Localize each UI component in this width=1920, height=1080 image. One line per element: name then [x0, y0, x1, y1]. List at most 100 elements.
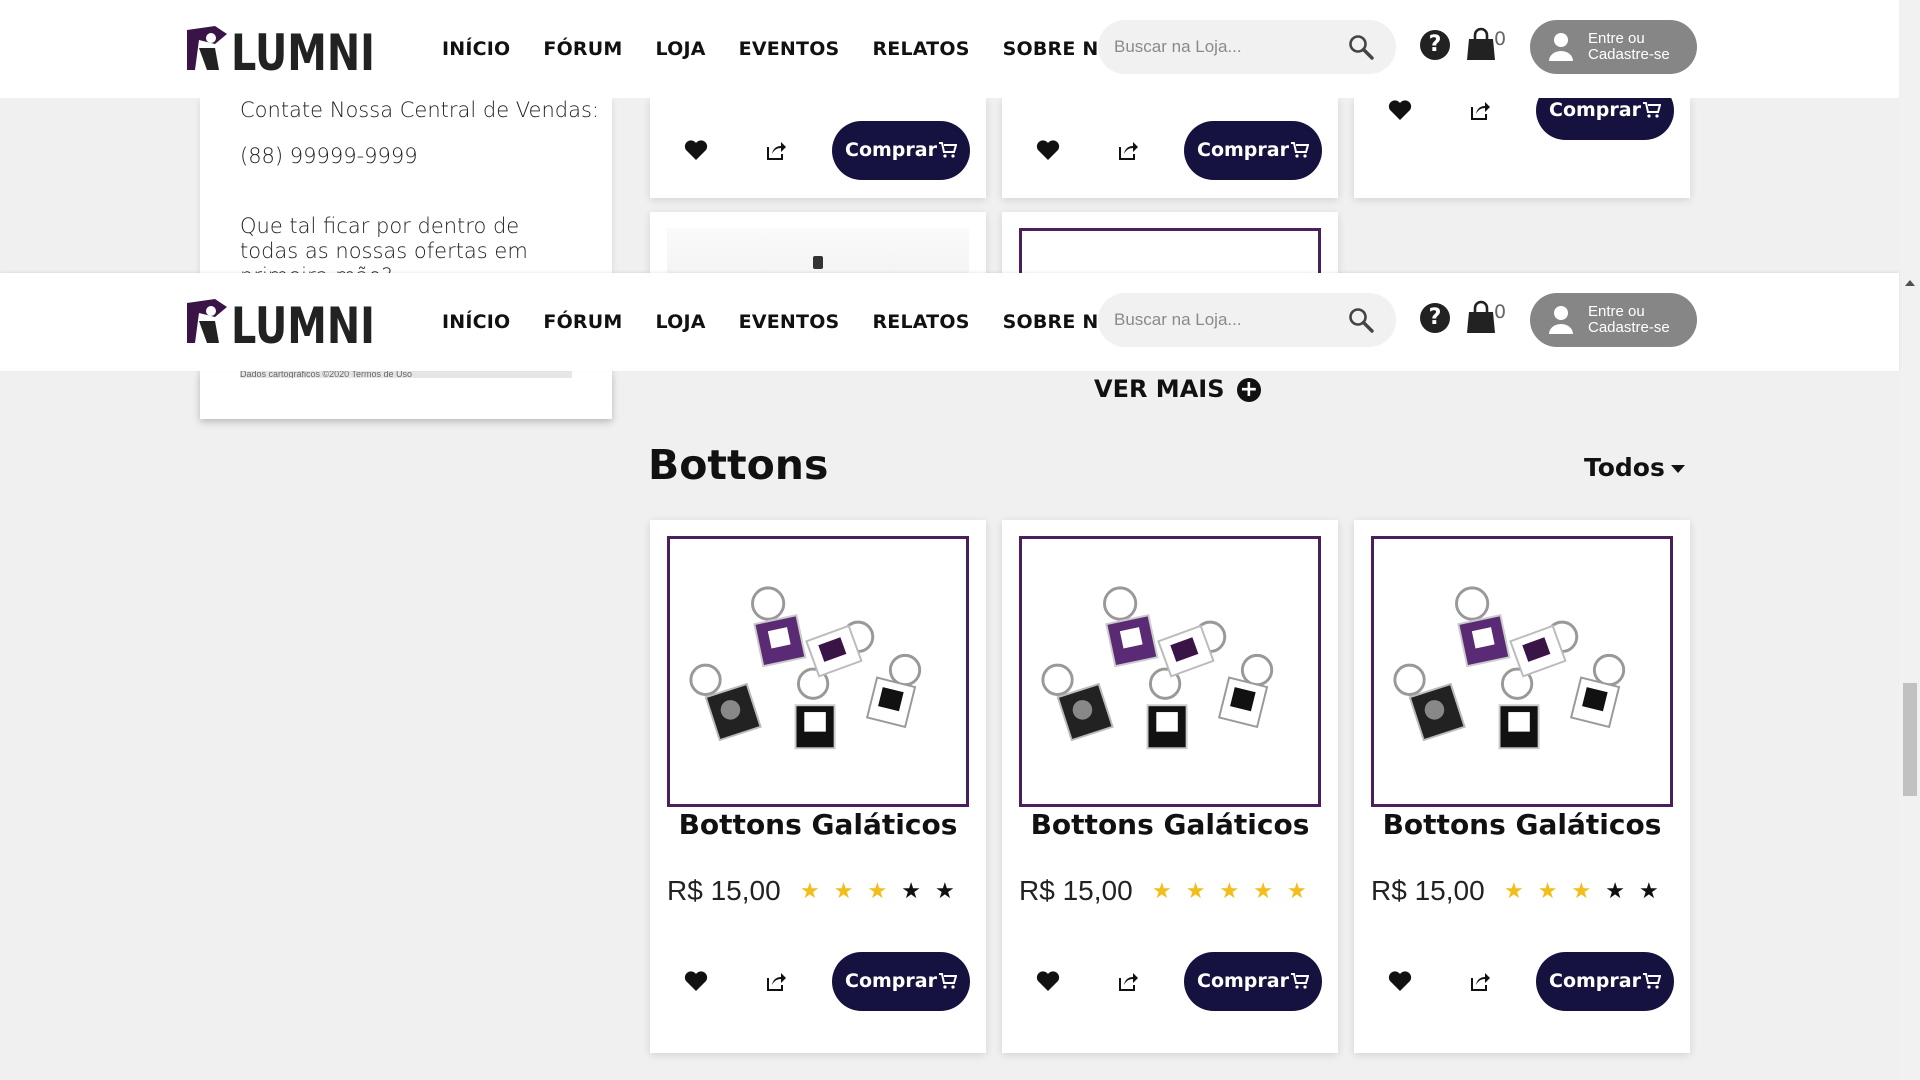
cart-count: 0	[1494, 28, 1507, 50]
product-card: Comprar	[1002, 98, 1338, 198]
login-label: Entre ou Cadastre-se	[1588, 303, 1670, 336]
rating-star-icon[interactable]: ★	[1152, 878, 1186, 904]
buy-button[interactable]: Comprar	[1184, 952, 1322, 1011]
product-card-partial	[1002, 212, 1338, 288]
search-input[interactable]	[1114, 293, 1344, 347]
rating-star-icon[interactable]: ★	[1639, 878, 1673, 904]
rating-star-icon[interactable]: ★	[901, 878, 935, 904]
favorite-icon[interactable]	[1388, 99, 1412, 121]
category-filter-dropdown[interactable]: Todos	[1584, 453, 1685, 482]
help-icon[interactable]: ?	[1420, 303, 1450, 333]
product-card-partial	[650, 212, 986, 282]
lumni-logo[interactable]: LUMNI	[185, 24, 377, 74]
product-card[interactable]: Bottons Galáticos R$ 15,00 ★★★★★ Comprar	[1002, 520, 1338, 1053]
shopping-bag-icon[interactable]	[1466, 300, 1496, 334]
scrollbar-thumb[interactable]	[1903, 683, 1917, 796]
product-card: Comprar	[1354, 81, 1690, 198]
product-image-frame[interactable]	[667, 536, 969, 807]
login-button[interactable]: Entre ou Cadastre-se	[1530, 20, 1697, 74]
favorite-icon[interactable]	[684, 139, 708, 161]
product-image	[1041, 586, 1274, 750]
rating-star-icon[interactable]: ★	[1605, 878, 1639, 904]
nav-inicio[interactable]: INÍCIO	[442, 38, 510, 60]
main-nav: INÍCIO FÓRUM LOJA EVENTOS RELATOS SOBRE …	[442, 273, 1162, 371]
product-name[interactable]: Bottons Galáticos	[1354, 808, 1690, 841]
buy-button[interactable]: Comprar	[1184, 121, 1322, 180]
login-button[interactable]: Entre ou Cadastre-se	[1530, 293, 1697, 347]
product-name[interactable]: Bottons Galáticos	[650, 808, 986, 841]
rating-star-icon[interactable]: ★	[834, 878, 868, 904]
search-input[interactable]	[1114, 20, 1344, 74]
nav-loja[interactable]: LOJA	[656, 38, 706, 60]
nav-eventos[interactable]: EVENTOS	[739, 311, 840, 333]
favorite-icon[interactable]	[1036, 139, 1060, 161]
main-nav: INÍCIO FÓRUM LOJA EVENTOS RELATOS SOBRE …	[442, 0, 1162, 98]
share-icon[interactable]	[1469, 99, 1491, 121]
scroll-up-arrow-icon[interactable]	[1905, 280, 1915, 286]
product-image-frame[interactable]	[1371, 536, 1673, 807]
buy-button[interactable]: Comprar	[832, 952, 970, 1011]
user-icon	[1549, 33, 1573, 61]
rating-star-icon[interactable]: ★	[1186, 878, 1220, 904]
section-title: Bottons	[648, 441, 829, 489]
nav-forum[interactable]: FÓRUM	[543, 38, 622, 60]
search-icon[interactable]	[1348, 34, 1374, 60]
logo-wordmark: LUMNI	[231, 297, 375, 347]
shopping-bag-icon[interactable]	[1466, 27, 1496, 61]
share-icon[interactable]	[765, 970, 787, 992]
cart-icon	[1642, 973, 1661, 989]
product-image-frame[interactable]	[1019, 536, 1321, 807]
favorite-icon[interactable]	[1036, 970, 1060, 992]
share-icon[interactable]	[765, 139, 787, 161]
rating-star-icon[interactable]: ★	[1504, 878, 1538, 904]
search-box	[1098, 20, 1396, 74]
rating-star-icon[interactable]: ★	[1287, 878, 1321, 904]
nav-relatos[interactable]: RELATOS	[872, 38, 969, 60]
product-image	[689, 586, 922, 750]
site-header: LUMNI INÍCIO FÓRUM LOJA EVENTOS RELATOS …	[0, 0, 1899, 98]
product-rating: ★★★★★	[800, 878, 969, 904]
nav-forum[interactable]: FÓRUM	[543, 311, 622, 333]
search-icon[interactable]	[1348, 307, 1374, 333]
rating-star-icon[interactable]: ★	[1219, 878, 1253, 904]
nav-relatos[interactable]: RELATOS	[872, 311, 969, 333]
product-name[interactable]: Bottons Galáticos	[1002, 808, 1338, 841]
rating-star-icon[interactable]: ★	[1571, 878, 1605, 904]
product-price: R$ 15,00	[1371, 875, 1485, 906]
share-icon[interactable]	[1117, 970, 1139, 992]
nav-loja[interactable]: LOJA	[656, 311, 706, 333]
product-card: Comprar	[650, 98, 986, 198]
product-card[interactable]: Bottons Galáticos R$ 15,00 ★★★★★ Comprar	[650, 520, 986, 1053]
ver-mais-link[interactable]: VER MAIS +	[1094, 375, 1261, 403]
contact-label: Contate Nossa Central de Vendas:	[240, 98, 599, 122]
cart-icon	[1642, 102, 1661, 118]
product-card[interactable]: Bottons Galáticos R$ 15,00 ★★★★★ Comprar	[1354, 520, 1690, 1053]
lumni-logo[interactable]: LUMNI	[185, 297, 377, 347]
buy-button[interactable]: Comprar	[832, 121, 970, 180]
favorite-icon[interactable]	[1388, 970, 1412, 992]
scrollbar-track[interactable]	[1899, 0, 1920, 1080]
plus-circle-icon: +	[1236, 378, 1261, 402]
product-thumb-detail	[813, 256, 823, 269]
cart-icon	[1290, 142, 1309, 158]
rating-star-icon[interactable]: ★	[867, 878, 901, 904]
rating-star-icon[interactable]: ★	[1253, 878, 1287, 904]
buy-button[interactable]: Comprar	[1536, 952, 1674, 1011]
product-price: R$ 15,00	[1019, 875, 1133, 906]
nav-inicio[interactable]: INÍCIO	[442, 311, 510, 333]
help-icon[interactable]: ?	[1420, 30, 1450, 60]
rating-star-icon[interactable]: ★	[935, 878, 969, 904]
map-credits: Dados cartográficos ©2020 Termos de Uso	[240, 371, 572, 378]
product-image	[1393, 586, 1626, 750]
favorite-icon[interactable]	[684, 970, 708, 992]
share-icon[interactable]	[1469, 970, 1491, 992]
contact-panel-bottom: Dados cartográficos ©2020 Termos de Uso	[200, 371, 612, 419]
logo-wordmark: LUMNI	[231, 24, 375, 74]
share-icon[interactable]	[1117, 139, 1139, 161]
rating-star-icon[interactable]: ★	[800, 878, 834, 904]
product-rating: ★★★★★	[1504, 878, 1673, 904]
rating-star-icon[interactable]: ★	[1538, 878, 1572, 904]
product-price: R$ 15,00	[667, 875, 781, 906]
contact-phone: (88) 99999-9999	[240, 144, 418, 168]
nav-eventos[interactable]: EVENTOS	[739, 38, 840, 60]
